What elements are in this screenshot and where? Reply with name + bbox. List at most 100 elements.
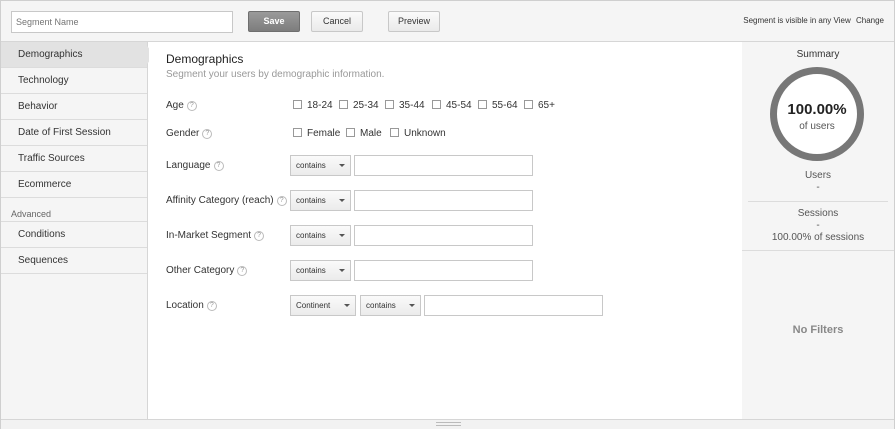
age-option-label: 55-64 bbox=[492, 100, 518, 111]
age-checkbox-65-plus[interactable]: 65+ bbox=[524, 100, 555, 111]
demographics-panel: Demographics Segment your users by demog… bbox=[149, 42, 741, 419]
checkbox-icon[interactable] bbox=[524, 100, 533, 109]
users-value: - bbox=[816, 182, 820, 193]
location-scope-dropdown[interactable]: Continent bbox=[290, 295, 356, 316]
affinity-value-input[interactable] bbox=[354, 190, 533, 211]
gender-option-label: Female bbox=[307, 128, 341, 139]
location-label-text: Location bbox=[166, 300, 204, 311]
summary-panel: Summary 100.00% of users Users - Session… bbox=[742, 42, 894, 419]
other-category-value-input[interactable] bbox=[354, 260, 533, 281]
checkbox-icon[interactable] bbox=[346, 128, 355, 137]
other-category-operator-dropdown[interactable]: contains bbox=[290, 260, 351, 281]
location-operator-dropdown[interactable]: contains bbox=[360, 295, 421, 316]
preview-button[interactable]: Preview bbox=[388, 11, 440, 32]
gender-option-label: Unknown bbox=[404, 128, 446, 139]
affinity-label: Affinity Category (reach)? bbox=[166, 195, 287, 206]
language-label-text: Language bbox=[166, 160, 211, 171]
chevron-down-icon bbox=[339, 269, 345, 272]
affinity-operator-dropdown[interactable]: contains bbox=[290, 190, 351, 211]
help-icon[interactable]: ? bbox=[202, 129, 213, 139]
gender-checkbox-male[interactable]: Male bbox=[346, 128, 382, 139]
checkbox-icon[interactable] bbox=[390, 128, 399, 137]
age-checkbox-45-54[interactable]: 45-54 bbox=[432, 100, 472, 111]
gender-checkbox-unknown[interactable]: Unknown bbox=[390, 128, 446, 139]
help-icon[interactable]: ? bbox=[237, 266, 248, 276]
sidebar-item-ecommerce[interactable]: Ecommerce bbox=[1, 172, 147, 198]
age-checkbox-55-64[interactable]: 55-64 bbox=[478, 100, 518, 111]
help-icon[interactable]: ? bbox=[186, 101, 197, 111]
sessions-percentage: 100.00% of sessions bbox=[771, 232, 865, 243]
checkbox-icon[interactable] bbox=[385, 100, 394, 109]
dropdown-value: contains bbox=[296, 266, 326, 275]
age-option-label: 18-24 bbox=[307, 100, 333, 111]
dropdown-value: contains bbox=[296, 161, 326, 170]
dropdown-value: contains bbox=[366, 301, 396, 310]
location-value-input[interactable] bbox=[424, 295, 603, 316]
resize-handle[interactable] bbox=[436, 422, 461, 426]
sidebar-item-conditions[interactable]: Conditions bbox=[1, 222, 147, 248]
language-operator-dropdown[interactable]: contains bbox=[290, 155, 351, 176]
age-option-label: 65+ bbox=[538, 100, 555, 111]
sidebar-item-sequences[interactable]: Sequences bbox=[1, 248, 147, 274]
help-icon[interactable]: ? bbox=[213, 161, 224, 171]
page-title: Demographics bbox=[166, 52, 244, 66]
resize-bar bbox=[1, 419, 894, 429]
segment-editor: Save Cancel Preview Segment is visible i… bbox=[0, 0, 895, 429]
gender-label: Gender? bbox=[166, 128, 213, 139]
chevron-down-icon bbox=[339, 234, 345, 237]
visibility-info: Segment is visible in any View Change bbox=[743, 16, 884, 25]
sidebar-item-traffic-sources[interactable]: Traffic Sources bbox=[1, 146, 147, 172]
other-category-label-text: Other Category bbox=[166, 265, 235, 276]
chevron-down-icon bbox=[339, 199, 345, 202]
no-filters-message: No Filters bbox=[792, 324, 844, 336]
visibility-text: Segment is visible in any View bbox=[743, 16, 851, 25]
divider bbox=[748, 201, 888, 202]
chevron-down-icon bbox=[409, 304, 415, 307]
age-checkbox-35-44[interactable]: 35-44 bbox=[385, 100, 425, 111]
help-icon[interactable]: ? bbox=[254, 231, 265, 241]
sidebar: Demographics Technology Behavior Date of… bbox=[1, 42, 155, 419]
segment-name-input[interactable] bbox=[11, 11, 233, 33]
gender-label-text: Gender bbox=[166, 128, 200, 139]
change-visibility-link[interactable]: Change bbox=[856, 16, 884, 25]
age-label: Age? bbox=[166, 100, 197, 111]
age-checkbox-18-24[interactable]: 18-24 bbox=[293, 100, 333, 111]
sidebar-item-behavior[interactable]: Behavior bbox=[1, 94, 147, 120]
checkbox-icon[interactable] bbox=[432, 100, 441, 109]
checkbox-icon[interactable] bbox=[293, 100, 302, 109]
dropdown-value: Continent bbox=[296, 301, 331, 310]
sidebar-item-demographics[interactable]: Demographics bbox=[1, 42, 155, 68]
cancel-button[interactable]: Cancel bbox=[311, 11, 363, 32]
age-option-label: 25-34 bbox=[353, 100, 379, 111]
age-label-text: Age bbox=[166, 100, 184, 111]
location-label: Location? bbox=[166, 300, 217, 311]
gender-checkbox-female[interactable]: Female bbox=[293, 128, 340, 139]
checkbox-icon[interactable] bbox=[293, 128, 302, 137]
age-option-label: 35-44 bbox=[399, 100, 425, 111]
help-icon[interactable]: ? bbox=[276, 196, 287, 206]
users-label: Users bbox=[804, 170, 832, 181]
checkbox-icon[interactable] bbox=[339, 100, 348, 109]
age-checkbox-25-34[interactable]: 25-34 bbox=[339, 100, 379, 111]
summary-title: Summary bbox=[796, 49, 840, 60]
users-percentage-ring: 100.00% of users bbox=[770, 67, 864, 161]
language-value-input[interactable] bbox=[354, 155, 533, 176]
checkbox-icon[interactable] bbox=[478, 100, 487, 109]
language-label: Language? bbox=[166, 160, 224, 171]
gender-option-label: Male bbox=[360, 128, 382, 139]
chevron-down-icon bbox=[339, 164, 345, 167]
sessions-label: Sessions bbox=[797, 208, 839, 219]
help-icon[interactable]: ? bbox=[206, 301, 217, 311]
sidebar-item-technology[interactable]: Technology bbox=[1, 68, 147, 94]
inmarket-value-input[interactable] bbox=[354, 225, 533, 246]
inmarket-label: In-Market Segment? bbox=[166, 230, 265, 241]
sidebar-section-advanced: Advanced bbox=[1, 198, 147, 222]
save-button[interactable]: Save bbox=[248, 11, 300, 32]
users-percentage: 100.00% bbox=[787, 101, 847, 118]
inmarket-operator-dropdown[interactable]: contains bbox=[290, 225, 351, 246]
chevron-down-icon bbox=[344, 304, 350, 307]
sessions-value: - bbox=[816, 220, 820, 231]
dropdown-value: contains bbox=[296, 196, 326, 205]
divider bbox=[742, 250, 894, 251]
sidebar-item-date-of-first-session[interactable]: Date of First Session bbox=[1, 120, 147, 146]
